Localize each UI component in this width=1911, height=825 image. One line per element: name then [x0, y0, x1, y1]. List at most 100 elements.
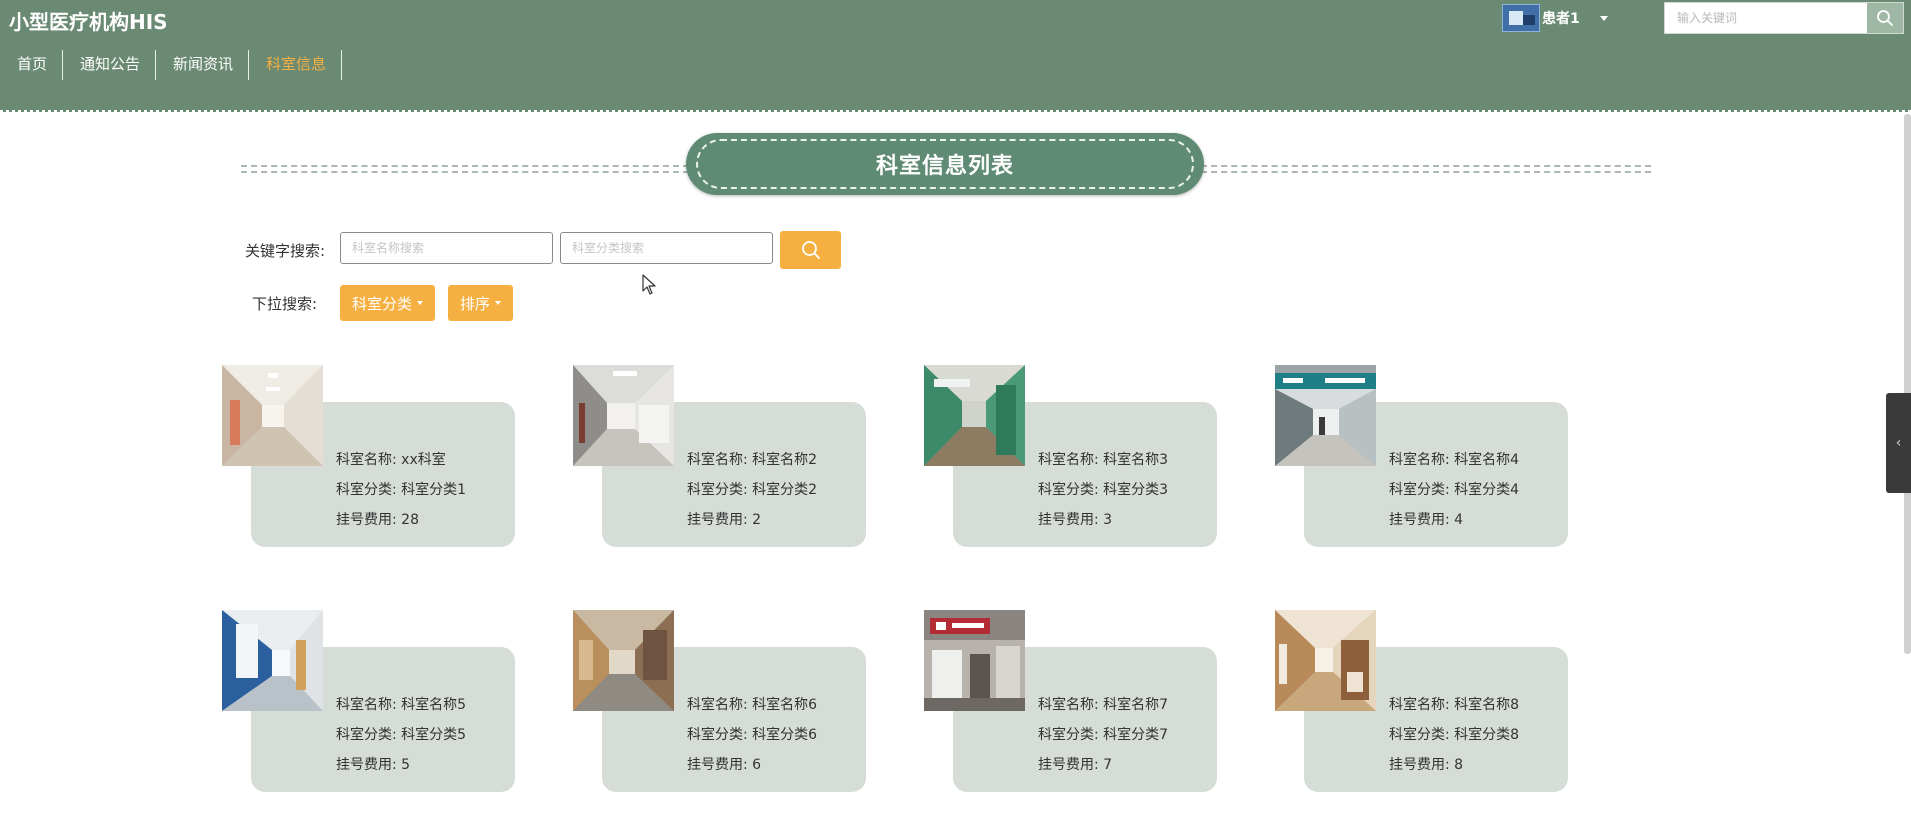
registration-fee-row: 挂号费用: 6	[687, 750, 817, 780]
chevron-down-icon[interactable]	[1599, 15, 1608, 21]
header-search	[1664, 2, 1904, 34]
header-divider	[0, 110, 1911, 113]
department-name-value: 科室名称8	[1454, 697, 1520, 713]
department-name-label: 科室名称:	[1389, 452, 1450, 468]
header-search-input[interactable]	[1665, 3, 1865, 33]
department-name-value: 科室名称5	[401, 697, 467, 713]
header-search-button[interactable]	[1867, 3, 1903, 33]
page-scrollbar[interactable]	[1904, 114, 1911, 654]
department-info: 科室名称: 科室名称6 科室分类: 科室分类6 挂号费用: 6	[687, 690, 817, 780]
search-icon	[1877, 10, 1893, 26]
department-info: 科室名称: xx科室 科室分类: 科室分类1 挂号费用: 28	[336, 445, 466, 535]
registration-fee-value: 8	[1454, 757, 1464, 773]
department-photo[interactable]	[1275, 365, 1376, 466]
department-info: 科室名称: 科室名称2 科室分类: 科室分类2 挂号费用: 2	[687, 445, 817, 535]
department-info: 科室名称: 科室名称3 科室分类: 科室分类3 挂号费用: 3	[1038, 445, 1168, 535]
department-category-row: 科室分类: 科室分类8	[1389, 720, 1519, 750]
registration-fee-row: 挂号费用: 5	[336, 750, 466, 780]
main-nav: 首页 通知公告 新闻资讯 科室信息	[0, 50, 343, 80]
department-name-label: 科室名称:	[687, 452, 748, 468]
nav-item-news[interactable]: 新闻资讯	[156, 50, 250, 80]
department-name-row: 科室名称: 科室名称8	[1389, 690, 1519, 720]
department-card[interactable]: 科室名称: 科室名称6 科室分类: 科室分类6 挂号费用: 6	[573, 610, 873, 795]
department-name-row: 科室名称: 科室名称7	[1038, 690, 1168, 720]
nav-item-home[interactable]: 首页	[0, 50, 64, 80]
department-card[interactable]: 科室名称: 科室名称7 科室分类: 科室分类7 挂号费用: 7	[924, 610, 1224, 795]
registration-fee-value: 7	[1103, 757, 1113, 773]
user-name[interactable]: 患者1	[1542, 8, 1580, 28]
department-card[interactable]: 科室名称: 科室名称3 科室分类: 科室分类3 挂号费用: 3	[924, 365, 1224, 550]
registration-fee-label: 挂号费用:	[1389, 757, 1450, 773]
keyword-search-label: 关键字搜索:	[245, 242, 326, 260]
department-card[interactable]: 科室名称: 科室名称2 科室分类: 科室分类2 挂号费用: 2	[573, 365, 873, 550]
department-card[interactable]: 科室名称: 科室名称8 科室分类: 科室分类8 挂号费用: 8	[1275, 610, 1575, 795]
department-name-value: 科室名称6	[752, 697, 818, 713]
title-decoration-left	[241, 165, 689, 173]
top-header: 小型医疗机构HIS 首页 通知公告 新闻资讯 科室信息 患者1	[0, 0, 1911, 112]
page-title: 科室信息列表	[875, 154, 1014, 179]
user-menu[interactable]: 患者1	[1502, 4, 1608, 32]
department-card[interactable]: 科室名称: 科室名称5 科室分类: 科室分类5 挂号费用: 5	[222, 610, 522, 795]
department-category-value: 科室分类8	[1454, 727, 1520, 743]
department-photo[interactable]	[924, 365, 1025, 466]
department-category-input[interactable]	[560, 232, 773, 264]
department-name-label: 科室名称:	[336, 452, 397, 468]
registration-fee-label: 挂号费用:	[336, 757, 397, 773]
department-name-row: 科室名称: 科室名称4	[1389, 445, 1519, 475]
registration-fee-label: 挂号费用:	[687, 757, 748, 773]
registration-fee-label: 挂号费用:	[687, 512, 748, 528]
department-photo[interactable]	[573, 365, 674, 466]
department-photo[interactable]	[222, 610, 323, 711]
department-card[interactable]: 科室名称: 科室名称4 科室分类: 科室分类4 挂号费用: 4	[1275, 365, 1575, 550]
department-photo[interactable]	[573, 610, 674, 711]
category-dropdown[interactable]: 科室分类	[340, 285, 436, 321]
department-info: 科室名称: 科室名称4 科室分类: 科室分类4 挂号费用: 4	[1389, 445, 1519, 535]
department-category-value: 科室分类3	[1103, 482, 1169, 498]
title-decoration-right	[1201, 165, 1651, 173]
department-photo[interactable]	[1275, 610, 1376, 711]
nav-item-notices[interactable]: 通知公告	[63, 50, 157, 80]
registration-fee-row: 挂号费用: 28	[336, 505, 466, 535]
department-info: 科室名称: 科室名称8 科室分类: 科室分类8 挂号费用: 8	[1389, 690, 1519, 780]
department-name-value: 科室名称4	[1454, 452, 1520, 468]
department-category-value: 科室分类7	[1103, 727, 1169, 743]
department-info: 科室名称: 科室名称5 科室分类: 科室分类5 挂号费用: 5	[336, 690, 466, 780]
page-title-frame: 科室信息列表	[696, 139, 1194, 189]
side-panel-toggle[interactable]: ‹	[1886, 393, 1911, 493]
site-brand[interactable]: 小型医疗机构HIS	[9, 6, 168, 35]
department-category-row: 科室分类: 科室分类4	[1389, 475, 1519, 505]
department-name-label: 科室名称:	[1389, 697, 1450, 713]
department-name-label: 科室名称:	[1038, 697, 1099, 713]
mouse-cursor-icon	[642, 274, 656, 295]
sort-dropdown[interactable]: 排序	[448, 285, 514, 321]
department-name-row: 科室名称: xx科室	[336, 445, 466, 475]
department-category-value: 科室分类6	[752, 727, 818, 743]
user-avatar[interactable]	[1502, 4, 1540, 32]
registration-fee-label: 挂号费用:	[1038, 512, 1099, 528]
department-name-value: 科室名称3	[1103, 452, 1169, 468]
department-name-row: 科室名称: 科室名称6	[687, 690, 817, 720]
nav-item-departments[interactable]: 科室信息	[249, 50, 343, 80]
department-card[interactable]: 科室名称: xx科室 科室分类: 科室分类1 挂号费用: 28	[222, 365, 522, 550]
registration-fee-value: 28	[401, 512, 419, 528]
department-name-label: 科室名称:	[336, 697, 397, 713]
search-button[interactable]	[780, 231, 841, 269]
search-icon	[801, 241, 820, 259]
registration-fee-value: 3	[1103, 512, 1113, 528]
department-name-label: 科室名称:	[1038, 452, 1099, 468]
registration-fee-value: 4	[1454, 512, 1464, 528]
department-name-value: 科室名称2	[752, 452, 818, 468]
registration-fee-label: 挂号费用:	[336, 512, 397, 528]
department-photo[interactable]	[924, 610, 1025, 711]
department-category-row: 科室分类: 科室分类1	[336, 475, 466, 505]
registration-fee-row: 挂号费用: 7	[1038, 750, 1168, 780]
department-name-input[interactable]	[340, 232, 553, 264]
department-category-label: 科室分类:	[1389, 727, 1450, 743]
department-name-row: 科室名称: 科室名称2	[687, 445, 817, 475]
department-category-row: 科室分类: 科室分类7	[1038, 720, 1168, 750]
page-root: 小型医疗机构HIS 首页 通知公告 新闻资讯 科室信息 患者1 输入关键词 科室…	[0, 0, 1911, 825]
department-photo[interactable]	[222, 365, 323, 466]
registration-fee-row: 挂号费用: 3	[1038, 505, 1168, 535]
chevron-down-icon	[495, 301, 502, 305]
page-title-banner: 科室信息列表	[686, 133, 1204, 195]
